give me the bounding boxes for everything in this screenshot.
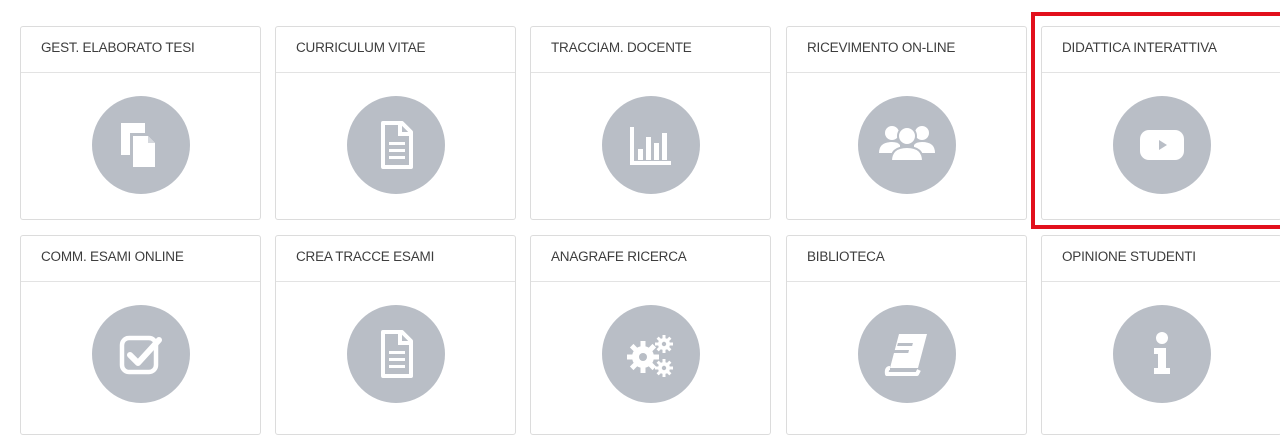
document-icon — [346, 305, 445, 403]
tile-title: DIDATTICA INTERATTIVA — [1042, 27, 1280, 73]
tile-title: COMM. ESAMI ONLINE — [21, 236, 260, 282]
checkbox-icon — [91, 305, 190, 403]
tile-title: GEST. ELABORATO TESI — [21, 27, 260, 73]
bar-chart-icon — [601, 96, 700, 194]
copy-document-icon — [91, 96, 190, 194]
tile-comm-esami-online[interactable]: COMM. ESAMI ONLINE — [20, 235, 261, 435]
tile-title: OPINIONE STUDENTI — [1042, 236, 1280, 282]
tile-gest-elaborato-tesi[interactable]: GEST. ELABORATO TESI — [20, 26, 261, 220]
tile-crea-tracce-esami[interactable]: CREA TRACCE ESAMI — [275, 235, 516, 435]
users-group-icon — [857, 96, 956, 194]
document-icon — [346, 96, 445, 194]
tile-title: RICEVIMENTO ON-LINE — [787, 27, 1026, 73]
tile-tracciam-docente[interactable]: TRACCIAM. DOCENTE — [530, 26, 771, 220]
tile-ricevimento-online[interactable]: RICEVIMENTO ON-LINE — [786, 26, 1027, 220]
tile-didattica-interattiva[interactable]: DIDATTICA INTERATTIVA — [1041, 26, 1280, 220]
book-icon — [857, 305, 956, 403]
tile-biblioteca[interactable]: BIBLIOTECA — [786, 235, 1027, 435]
info-icon — [1112, 305, 1211, 403]
tile-title: CURRICULUM VITAE — [276, 27, 515, 73]
play-video-icon — [1112, 96, 1211, 194]
tile-curriculum-vitae[interactable]: CURRICULUM VITAE — [275, 26, 516, 220]
tile-title: BIBLIOTECA — [787, 236, 1026, 282]
tile-title: ANAGRAFE RICERCA — [531, 236, 770, 282]
tile-title: CREA TRACCE ESAMI — [276, 236, 515, 282]
gears-icon — [601, 305, 700, 403]
tile-title: TRACCIAM. DOCENTE — [531, 27, 770, 73]
tile-anagrafe-ricerca[interactable]: ANAGRAFE RICERCA — [530, 235, 771, 435]
tile-opinione-studenti[interactable]: OPINIONE STUDENTI — [1041, 235, 1280, 435]
